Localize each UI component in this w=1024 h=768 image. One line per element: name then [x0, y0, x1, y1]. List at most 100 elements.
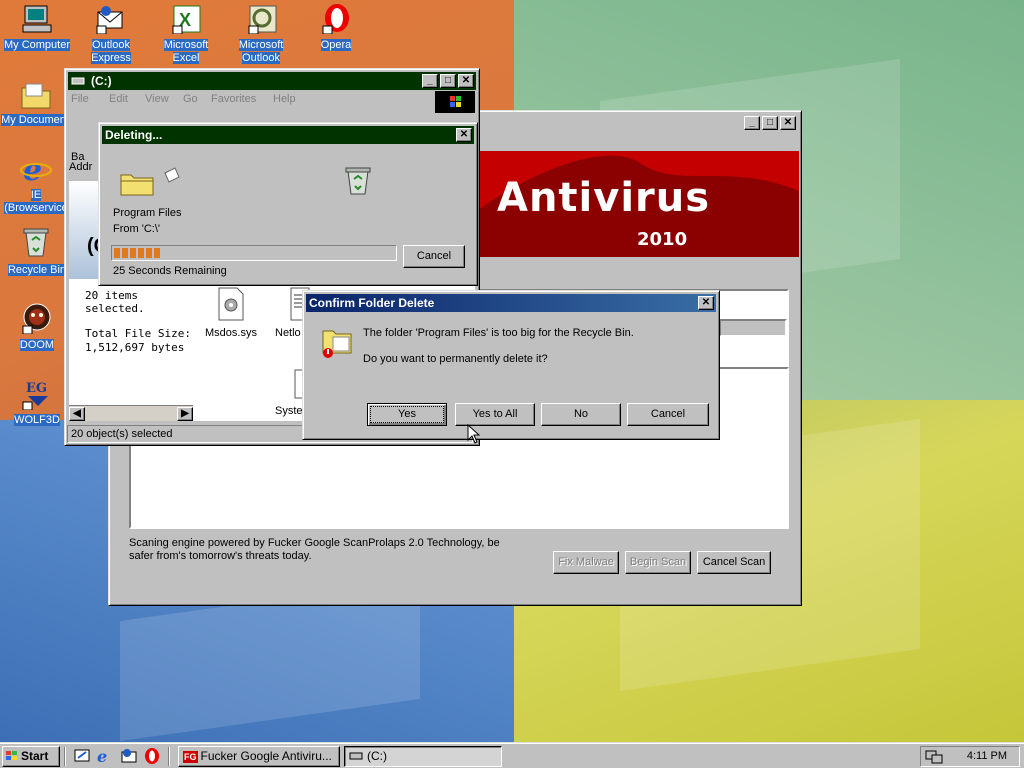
task-label: (C:) [367, 749, 387, 763]
taskbar-separator [168, 747, 170, 766]
svg-text:e: e [97, 748, 107, 764]
tray-network-icon[interactable] [925, 748, 943, 764]
menu-file[interactable]: File [71, 93, 109, 105]
show-desktop-icon[interactable] [74, 748, 90, 764]
fg-icon: FG [183, 751, 198, 763]
maximize-button[interactable]: □ [762, 116, 778, 130]
total-size-label: Total File Size: [85, 327, 191, 340]
no-button[interactable]: No [541, 403, 621, 426]
desktop-icon-label: Recycle Bin [7, 264, 67, 276]
recycle-bin-icon [23, 228, 49, 257]
desktop-icon-label: Outlook Express [91, 39, 131, 64]
desktop-icon-label: Microsoft Outlook [238, 39, 284, 64]
folder-icon [21, 83, 51, 109]
clock[interactable]: 4:11 PM [967, 750, 1007, 762]
close-button[interactable]: ✕ [780, 116, 796, 130]
minimize-button[interactable]: _ [422, 74, 438, 88]
svg-text:e: e [23, 153, 42, 186]
menu-favorites[interactable]: Favorites [211, 93, 273, 105]
recycle-bin-icon [345, 167, 371, 195]
start-button[interactable]: Start [2, 746, 60, 767]
menu-view[interactable]: View [145, 93, 183, 105]
deleting-from: From 'C:\' [113, 223, 160, 235]
yes-button[interactable]: Yes [367, 403, 447, 426]
drive-icon [349, 752, 363, 760]
opera-quicklaunch-icon[interactable] [144, 747, 160, 765]
desktop-icon-label: Microsoft Excel [163, 39, 209, 64]
antivirus-banner: Antivirus 2010 [477, 151, 799, 257]
desktop-icon-label: IE (Browservice [4, 189, 68, 214]
confirm-dialog[interactable]: Confirm Folder Delete ✕ The folder 'Prog… [302, 290, 720, 440]
windows-flag-icon [450, 96, 461, 107]
minimize-button[interactable]: _ [744, 116, 760, 130]
svg-text:EG: EG [26, 381, 47, 396]
confirm-title: Confirm Folder Delete [309, 296, 435, 310]
desktop-icon-label: WOLF3D [14, 414, 60, 426]
system-file-icon [218, 287, 244, 321]
scan-field [719, 319, 787, 337]
mouse-cursor [467, 424, 481, 444]
status-text: 20 object(s) selected [71, 428, 173, 440]
outlook-express-icon [96, 6, 123, 34]
close-button[interactable]: ✕ [456, 128, 472, 142]
fix-malware-button[interactable]: Fix Malwae [553, 551, 619, 574]
cancel-delete-button[interactable]: Cancel [403, 245, 465, 268]
folder-icon [120, 174, 154, 196]
deleting-item: Program Files [113, 207, 182, 219]
outlook-icon [248, 5, 277, 34]
ie-icon: e [20, 153, 52, 186]
taskbar-task-antivirus[interactable]: FG Fucker Google Antiviru... [178, 746, 340, 767]
menu-edit[interactable]: Edit [109, 93, 145, 105]
confirm-titlebar[interactable]: Confirm Folder Delete ✕ [306, 294, 716, 312]
deleting-dialog[interactable]: Deleting... ✕ Program Files From 'C:\' 2… [98, 122, 478, 286]
address-label: Addr [69, 161, 93, 173]
close-button[interactable]: ✕ [698, 296, 714, 310]
taskbar: Start e FG Fucker Google Antiviru... (C:)… [0, 742, 1024, 768]
menu-go[interactable]: Go [183, 93, 211, 105]
banner-year: 2010 [637, 229, 688, 250]
flying-document-icon [164, 167, 180, 183]
desktop-icon-label: DOOM [19, 339, 55, 351]
begin-scan-button[interactable]: Begin Scan [625, 551, 691, 574]
wolf3d-icon: EG [22, 381, 48, 410]
progress-fill [114, 248, 162, 258]
ie-quicklaunch-icon[interactable]: e [96, 748, 114, 764]
close-button[interactable]: ✕ [458, 74, 474, 88]
doom-icon [22, 303, 51, 334]
task-label: Fucker Google Antiviru... [200, 749, 332, 763]
deleting-remaining: 25 Seconds Remaining [113, 265, 227, 277]
file-item-msdos[interactable]: Msdos.sys [199, 327, 263, 339]
cancel-button[interactable]: Cancel [627, 403, 709, 426]
cancel-scan-button[interactable]: Cancel Scan [697, 551, 771, 574]
excel-icon: X [172, 5, 201, 34]
drive-icon [71, 77, 85, 85]
opera-icon [322, 4, 349, 34]
deleting-title: Deleting... [105, 128, 163, 142]
menu-help[interactable]: Help [273, 93, 311, 105]
deleting-titlebar[interactable]: Deleting... ✕ [102, 126, 474, 144]
selection-count: 20 items selected. [85, 289, 145, 315]
confirm-message-line2: Do you want to permanently delete it? [363, 353, 548, 365]
explorer-title: (C:) [91, 74, 112, 88]
total-size-value: 1,512,697 bytes [85, 341, 185, 354]
windows-flag-icon [6, 751, 17, 760]
footer-text: Scaning engine powered by Fucker Google … [129, 537, 500, 562]
yes-to-all-button[interactable]: Yes to All [455, 403, 535, 426]
horizontal-scrollbar[interactable]: ◀ ▶ [69, 405, 193, 421]
confirm-message-line1: The folder 'Program Files' is too big fo… [363, 327, 634, 339]
progress-bar [111, 245, 397, 261]
system-tray: 4:11 PM [920, 746, 1020, 767]
banner-title: Antivirus [497, 175, 711, 221]
windows-logo [435, 91, 475, 113]
desktop-icon-label: Opera [320, 39, 352, 51]
start-label: Start [21, 749, 49, 763]
menu-bar: File Edit View Go Favorites Help [71, 93, 311, 105]
desktop-icon-label: My Computer [3, 39, 71, 51]
scroll-right-button[interactable]: ▶ [177, 407, 193, 421]
outlook-express-quicklaunch-icon[interactable] [120, 748, 138, 764]
explorer-titlebar[interactable]: (C:) _ □ ✕ [68, 72, 476, 90]
taskbar-task-explorer[interactable]: (C:) [344, 746, 502, 767]
scroll-left-button[interactable]: ◀ [69, 407, 85, 421]
maximize-button[interactable]: □ [440, 74, 456, 88]
computer-icon [22, 5, 52, 33]
